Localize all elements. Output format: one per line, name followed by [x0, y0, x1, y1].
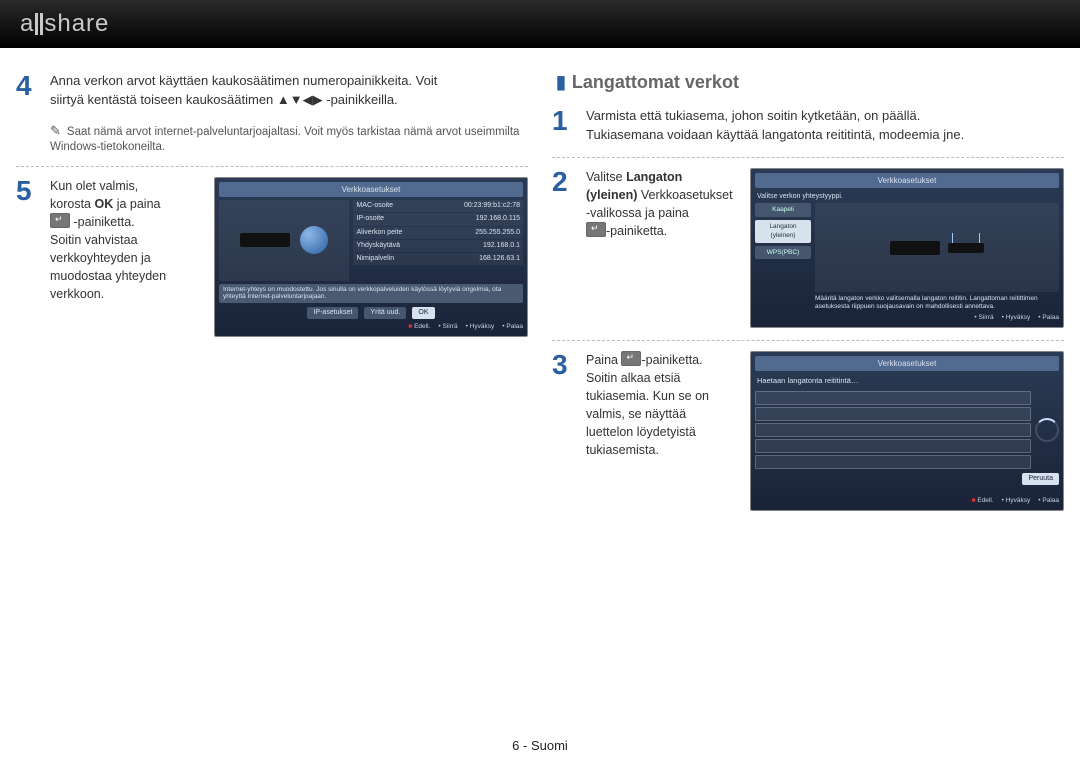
- t: -valikossa ja paina: [586, 206, 689, 220]
- t: -painiketta.: [70, 215, 135, 229]
- v: 00:23:99:b1:c2:78: [464, 201, 520, 211]
- t: Tukiasemana voidaan käyttää langatonta r…: [586, 127, 964, 142]
- k: Yhdyskäytävä: [356, 241, 400, 251]
- option-cable[interactable]: Kaapeli: [755, 203, 811, 216]
- t-bold: (yleinen): [586, 188, 637, 202]
- v: 255.255.255.0: [475, 228, 520, 238]
- step4-note: ✎Saat nämä arvot internet-palveluntarjoa…: [50, 122, 528, 156]
- retry-button[interactable]: Yritä uud.: [364, 307, 406, 319]
- shot-caption: Valitse verkon yhteystyyppi.: [755, 191, 1059, 203]
- t: Verkkoasetukset: [637, 188, 732, 202]
- globe-icon: [300, 226, 328, 254]
- foot-accept: Hyväksy: [1002, 496, 1031, 505]
- k: IP-osoite: [356, 214, 384, 224]
- v: 192.168.0.1: [483, 241, 520, 251]
- section-title-text: Langattomat verkot: [572, 72, 739, 92]
- divider: [552, 340, 1064, 341]
- foot-accept: Hyväksy: [466, 322, 495, 331]
- option-wireless[interactable]: Langaton (yleinen): [755, 220, 811, 243]
- foot-back: Edell.: [972, 496, 994, 505]
- screenshot-network-type-select: Verkkoasetukset Valitse verkon yhteystyy…: [750, 168, 1064, 328]
- enter-icon: [586, 222, 606, 237]
- section-title: ▮Langattomat verkot: [556, 72, 1064, 93]
- step-4: 4 Anna verkon arvot käyttäen kaukosäätim…: [16, 72, 528, 110]
- t: Paina: [586, 353, 621, 367]
- t: Varmista että tukiasema, johon soitin ky…: [586, 108, 920, 123]
- wireless-router-icon: [948, 243, 984, 253]
- enter-icon: [621, 351, 641, 366]
- step-3: 3 Paina -painiketta. Soitin alkaa etsiä …: [552, 351, 1064, 511]
- enter-icon: [50, 213, 70, 228]
- shot-title: Verkkoasetukset: [755, 173, 1059, 189]
- t-bold: OK: [94, 197, 113, 211]
- list-item[interactable]: [755, 439, 1031, 453]
- screenshot-searching-router: Verkkoasetukset Haetaan langatonta reiti…: [750, 351, 1064, 511]
- foot-accept: Hyväksy: [1002, 313, 1031, 322]
- t: -painiketta.: [606, 224, 667, 238]
- t: Soitin vahvistaa verkkoyhteyden ja muodo…: [50, 233, 166, 301]
- right-column: ▮Langattomat verkot 1 Varmista että tuki…: [552, 72, 1064, 523]
- foot-return: Palaa: [1038, 496, 1059, 505]
- page-footer: 6 - Suomi: [0, 738, 1080, 753]
- v: 168.126.63.1: [479, 254, 520, 264]
- ok-button[interactable]: OK: [412, 307, 434, 319]
- step-2: 2 Valitse Langaton (yleinen) Verkkoasetu…: [552, 168, 1064, 328]
- shot-title: Verkkoasetukset: [219, 182, 523, 198]
- foot-return: Palaa: [1038, 313, 1059, 322]
- option-wps[interactable]: WPS(PBC): [755, 246, 811, 259]
- v: 192.168.0.115: [476, 214, 520, 224]
- divider: [16, 166, 528, 167]
- divider: [552, 157, 1064, 158]
- step-1: 1 Varmista että tukiasema, johon soitin …: [552, 107, 1064, 145]
- t: korosta: [50, 197, 94, 211]
- t: -painiketta.: [641, 353, 702, 367]
- t: ja paina: [113, 197, 160, 211]
- k: Aliverkon peite: [356, 228, 402, 238]
- k: Nimipalvelin: [356, 254, 394, 264]
- step-number: 5: [16, 177, 50, 337]
- app-header: ashare: [0, 0, 1080, 48]
- foot-return: Palaa: [502, 322, 523, 331]
- step4-line1: Anna verkon arvot käyttäen kaukosäätimen…: [50, 73, 437, 88]
- list-item[interactable]: [755, 455, 1031, 469]
- ip-settings-button[interactable]: IP-asetukset: [307, 307, 358, 319]
- list-item[interactable]: [755, 407, 1031, 421]
- left-column: 4 Anna verkon arvot käyttäen kaukosäätim…: [16, 72, 528, 523]
- shot-illustration: [815, 203, 1059, 292]
- note-icon: ✎: [50, 123, 61, 138]
- foot-move: Siirrä: [974, 313, 993, 322]
- step-number: 1: [552, 107, 586, 145]
- cancel-button[interactable]: Peruuta: [1022, 473, 1059, 485]
- shot-caption: Haetaan langatonta reititintä…: [755, 374, 1059, 391]
- network-values: MAC-osoite 00:23:99:b1:c2:78 IP-osoite 192…: [353, 200, 523, 280]
- t: Kun olet valmis,: [50, 179, 138, 193]
- t: Valitse: [586, 170, 626, 184]
- foot-back: Edell.: [408, 322, 430, 331]
- t: Soitin alkaa etsiä tukiasemia. Kun se on…: [586, 371, 709, 458]
- screenshot-network-settings-wired: Verkkoasetukset MAC-osoite 00:23:99:b1:c2…: [214, 177, 528, 337]
- shot-hint: Internet-yhteys on muodostettu. Jos sinu…: [219, 284, 523, 304]
- device-icon: [240, 233, 290, 247]
- shot-title: Verkkoasetukset: [755, 356, 1059, 372]
- k: MAC-osoite: [356, 201, 393, 211]
- logo: ashare: [20, 10, 109, 38]
- step-number: 2: [552, 168, 586, 328]
- device-icon: [890, 241, 940, 255]
- shot-info: Määritä langaton verkko valitsemalla lan…: [815, 295, 1059, 310]
- step-number: 4: [16, 72, 50, 110]
- foot-move: Siirrä: [438, 322, 457, 331]
- loading-spinner-icon: [1035, 418, 1059, 442]
- step-number: 3: [552, 351, 586, 511]
- list-item[interactable]: [755, 391, 1031, 405]
- ap-list: [755, 391, 1031, 469]
- t-bold: Langaton: [626, 170, 682, 184]
- step4-note-text: Saat nämä arvot internet-palveluntarjoaj…: [50, 126, 519, 154]
- list-item[interactable]: [755, 423, 1031, 437]
- shot-illustration: [219, 200, 349, 280]
- step-5: 5 Kun olet valmis, korosta OK ja paina -…: [16, 177, 528, 337]
- step4-line2: siirtyä kentästä toiseen kaukosäätimen ▲…: [50, 92, 398, 107]
